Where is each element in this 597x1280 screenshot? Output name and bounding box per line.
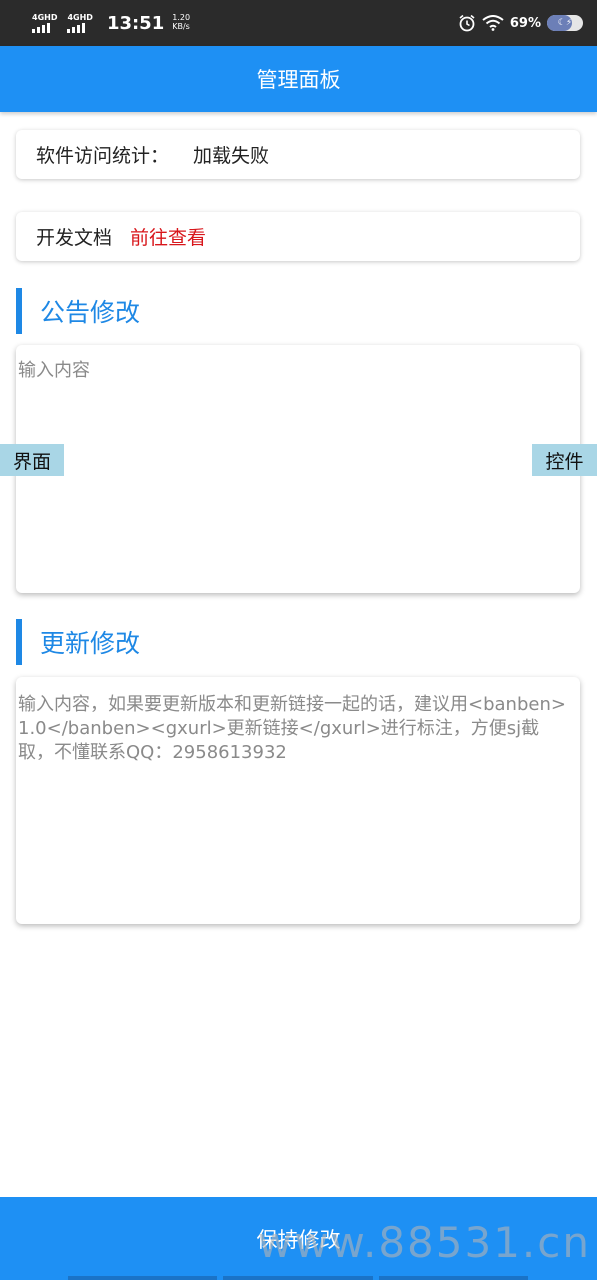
status-bar: 4GHD 4GHD 13:51 1.20 KB/s 69% ☾⚡ xyxy=(0,0,597,46)
status-time: 13:51 xyxy=(106,12,165,34)
announcement-title-text: 公告修改 xyxy=(40,298,141,327)
announcement-section-title: 公告修改 xyxy=(16,288,140,334)
update-section-title: 更新修改 xyxy=(16,619,140,665)
save-changes-label: 保持修改 xyxy=(256,1227,341,1252)
update-placeholder: 输入内容，如果要更新版本和更新链接一起的话，建议用<banben>1.0</ba… xyxy=(18,694,566,763)
network-type-label: 4GHD xyxy=(67,12,93,22)
update-input[interactable]: 输入内容，如果要更新版本和更新链接一起的话，建议用<banben>1.0</ba… xyxy=(16,677,580,924)
controls-side-tab[interactable]: 控件 xyxy=(532,444,597,476)
bottom-indicator xyxy=(68,1276,528,1280)
signal-icon xyxy=(32,22,50,33)
announcement-placeholder: 输入内容 xyxy=(18,360,90,381)
visit-stats-label: 软件访问统计： xyxy=(36,145,170,167)
signal-sim2: 4GHD xyxy=(67,12,93,33)
interface-side-tab[interactable]: 界面 xyxy=(0,444,64,476)
save-changes-button[interactable]: 保持修改 xyxy=(0,1197,597,1280)
update-title-text: 更新修改 xyxy=(40,629,141,658)
battery-icon: ☾⚡ xyxy=(547,15,583,31)
alarm-icon xyxy=(459,14,475,32)
wifi-icon xyxy=(482,15,504,31)
status-right: 69% ☾⚡ xyxy=(458,14,583,32)
visit-stats-value: 加载失败 xyxy=(193,145,270,167)
visit-stats-card: 软件访问统计： 加载失败 xyxy=(16,130,580,179)
dev-docs-card: 开发文档 前往查看 xyxy=(16,212,580,261)
signal-icon xyxy=(67,22,86,33)
interface-side-tab-label: 界面 xyxy=(12,450,51,473)
dev-docs-link[interactable]: 前往查看 xyxy=(130,223,206,250)
app-bar: 管理面板 xyxy=(0,46,597,112)
network-speed: 1.20 KB/s xyxy=(172,13,190,32)
signal-sim1: 4GHD xyxy=(32,12,58,33)
controls-side-tab-label: 控件 xyxy=(545,450,584,473)
page-title: 管理面板 xyxy=(256,68,341,92)
dev-docs-label: 开发文档 xyxy=(36,227,113,249)
speed-unit: KB/s xyxy=(172,22,190,31)
status-left: 4GHD 4GHD 13:51 1.20 KB/s xyxy=(32,13,190,34)
announcement-input[interactable]: 输入内容 xyxy=(16,345,580,593)
network-type-label: 4GHD xyxy=(32,12,58,22)
battery-percent: 69% xyxy=(509,15,541,31)
